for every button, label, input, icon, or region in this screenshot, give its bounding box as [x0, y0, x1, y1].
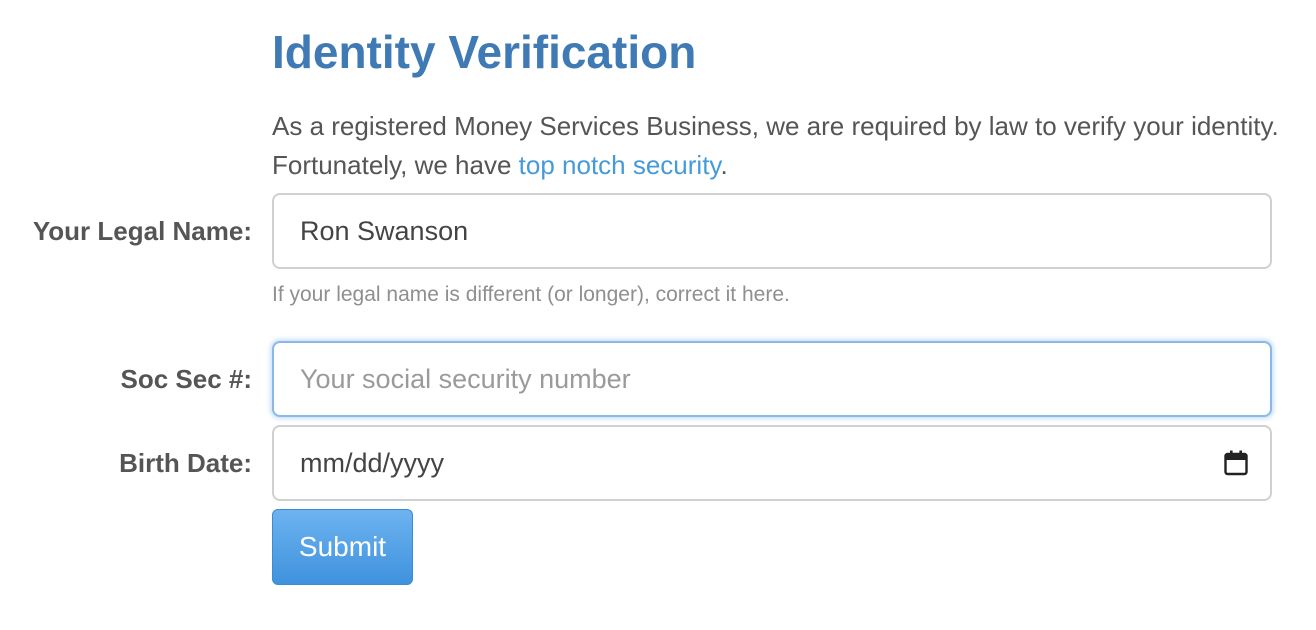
birth-date-value: mm/dd/yyyy [300, 447, 445, 478]
legal-name-label: Your Legal Name: [32, 216, 252, 246]
submit-button[interactable]: Submit [272, 509, 413, 585]
intro-text-after: . [720, 150, 728, 180]
intro-text-before: As a registered Money Services Business,… [272, 111, 1279, 180]
calendar-icon[interactable] [1224, 450, 1248, 476]
birth-date-input[interactable]: mm/dd/yyyy [272, 425, 1272, 501]
ssn-label: Soc Sec #: [120, 364, 252, 394]
legal-name-input[interactable] [272, 193, 1272, 269]
top-notch-security-link[interactable]: top notch security [519, 150, 721, 180]
ssn-input[interactable] [272, 341, 1272, 417]
intro-text: As a registered Money Services Business,… [272, 107, 1282, 185]
legal-name-help-text: If your legal name is different (or long… [272, 283, 790, 306]
birth-date-label: Birth Date: [119, 448, 252, 478]
page-title: Identity Verification [272, 26, 697, 78]
